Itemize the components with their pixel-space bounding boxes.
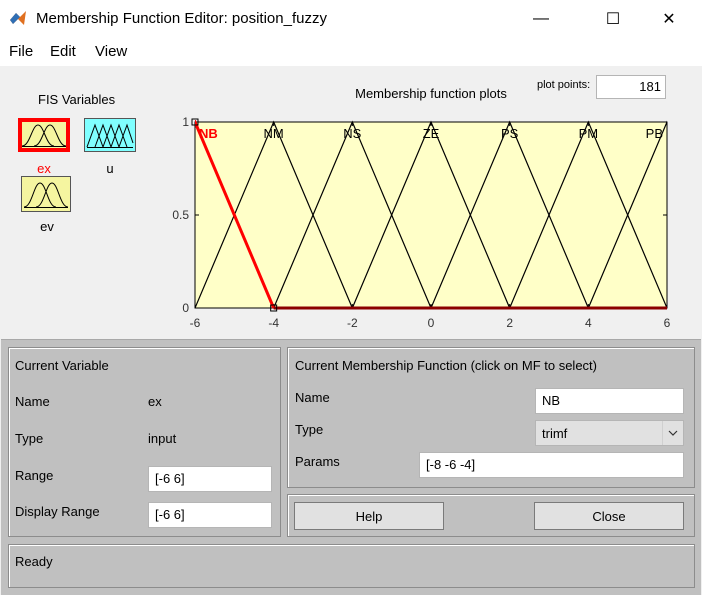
fis-variable-ev-label: ev xyxy=(40,219,54,234)
close-window-button[interactable]: ✕ xyxy=(646,0,692,38)
fis-variables-title: FIS Variables xyxy=(38,92,116,107)
x-tick-label: 2 xyxy=(506,316,513,330)
matlab-logo-icon xyxy=(10,11,26,25)
mf-gauss-icon xyxy=(23,182,69,208)
current-mf-panel: Current Membership Function (click on MF… xyxy=(287,347,695,488)
fis-variable-ev-icon[interactable] xyxy=(21,176,71,212)
upper-area: FIS Variables ex u ev plot points: 181 M… xyxy=(1,67,701,339)
fis-variable-ex-icon[interactable] xyxy=(18,118,70,152)
mf-label-ze: ZE xyxy=(423,126,440,141)
mf-label-nm: NM xyxy=(264,126,284,141)
mf-gauss-icon xyxy=(21,124,67,147)
current-variable-title: Current Variable xyxy=(15,358,109,373)
y-tick-label: 0 xyxy=(182,301,189,315)
menu-file[interactable]: File xyxy=(9,43,33,60)
close-icon: ✕ xyxy=(662,11,676,28)
mf-label-ns: NS xyxy=(343,126,361,141)
x-tick-label: 4 xyxy=(585,316,592,330)
x-tick-label: 0 xyxy=(428,316,435,330)
display-range-label: Display Range xyxy=(15,504,100,519)
mf-label-ps: PS xyxy=(501,126,519,141)
fis-variable-ex-label: ex xyxy=(37,161,51,176)
plot-area xyxy=(194,121,668,309)
title-bar: Membership Function Editor: position_fuz… xyxy=(0,0,702,38)
variable-range-field[interactable]: [-6 6] xyxy=(148,466,272,492)
membership-function-plot[interactable]: Membership function plots -6 -4 -2 0 2 4 6 0 0.5 1… xyxy=(161,85,681,339)
status-text: Ready xyxy=(15,554,53,569)
mf-type-label: Type xyxy=(295,422,324,437)
x-tick-label: 6 xyxy=(664,316,671,330)
x-tick-label: -2 xyxy=(347,316,358,330)
x-tick-label: -4 xyxy=(268,316,279,330)
mf-label-nb: NB xyxy=(199,126,218,141)
mf-name-label: Name xyxy=(295,390,330,405)
close-button[interactable]: Close xyxy=(534,502,684,530)
help-button[interactable]: Help xyxy=(294,502,444,530)
mf-type-select[interactable]: trimf xyxy=(535,420,684,446)
window-title: Membership Function Editor: position_fuz… xyxy=(36,10,327,27)
mf-params-field[interactable]: [-8 -6 -4] xyxy=(419,452,684,478)
status-panel: Ready xyxy=(8,544,695,588)
variable-type-label: Type xyxy=(15,431,44,446)
plot-title: Membership function plots xyxy=(355,86,507,101)
menu-view[interactable]: View xyxy=(95,43,127,60)
fis-variable-u-label: u xyxy=(106,161,114,176)
minimize-icon: — xyxy=(533,10,549,27)
x-tick-label: -6 xyxy=(190,316,201,330)
mf-type-value: trimf xyxy=(542,426,568,441)
variable-type-value: input xyxy=(148,431,177,446)
mf-name-field[interactable]: NB xyxy=(535,388,684,414)
chevron-down-icon xyxy=(662,421,683,445)
variable-name-label: Name xyxy=(15,394,50,409)
current-mf-title: Current Membership Function (click on MF… xyxy=(295,358,597,373)
maximize-icon: ☐ xyxy=(605,11,621,28)
mf-label-pm: PM xyxy=(579,126,599,141)
buttons-panel: Help Close xyxy=(287,494,695,537)
fis-variable-u-icon[interactable] xyxy=(84,118,136,152)
menu-bar: File Edit View xyxy=(0,38,702,66)
current-variable-panel: Current Variable Name ex Type input Rang… xyxy=(8,347,281,537)
y-tick-label: 1 xyxy=(182,115,189,129)
mf-label-pb: PB xyxy=(646,126,663,141)
maximize-button[interactable]: ☐ xyxy=(590,0,636,38)
minimize-button[interactable]: — xyxy=(518,0,564,38)
variable-name-value: ex xyxy=(148,394,162,409)
mf-params-label: Params xyxy=(295,454,340,469)
display-range-field[interactable]: [-6 6] xyxy=(148,502,272,528)
variable-range-label: Range xyxy=(15,468,54,483)
menu-edit[interactable]: Edit xyxy=(50,43,76,60)
mf-triangle-icon xyxy=(86,123,134,148)
y-tick-label: 0.5 xyxy=(172,208,189,222)
